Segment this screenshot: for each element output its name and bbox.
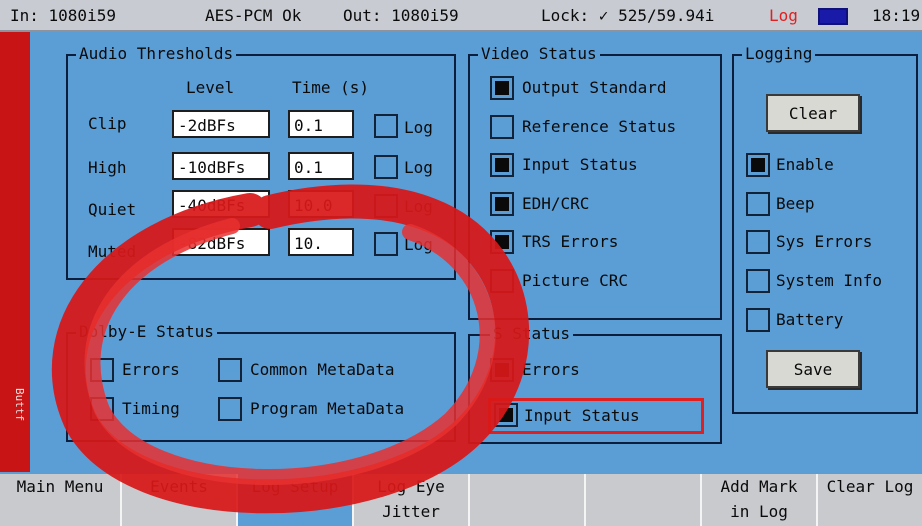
es-errors-checkbox[interactable]: [490, 358, 514, 382]
softkey-main-menu[interactable]: Main Menu: [0, 474, 122, 526]
softkey-main-menu-line1: Main Menu: [16, 477, 104, 496]
input-status-label: Input Status: [522, 155, 638, 174]
clip-level-input[interactable]: -2dBFs: [172, 110, 270, 138]
status-bar: In: 1080i59 AES-PCM Ok Out: 1080i59 Lock…: [0, 0, 922, 32]
dolby-common-metadata-checkbox[interactable]: [218, 358, 242, 382]
save-button[interactable]: Save: [766, 350, 860, 388]
time-header: Time (s): [292, 78, 370, 97]
high-time-input[interactable]: 0.1: [288, 152, 354, 180]
dolby-program-metadata-checkbox[interactable]: [218, 397, 242, 421]
softkey-log-eye-jitter[interactable]: Log Eye Jitter: [354, 474, 470, 526]
logging-enable-checkbox[interactable]: [746, 153, 770, 177]
picture-crc-checkbox[interactable]: [490, 269, 514, 293]
logging-enable-label: Enable: [776, 155, 834, 174]
picture-crc-label: Picture CRC: [522, 271, 628, 290]
muted-level-input[interactable]: -82dBFs: [172, 228, 270, 256]
side-tab-label: Buttf: [13, 388, 26, 422]
es-status-title: S Status: [490, 324, 574, 343]
battery-icon: [818, 8, 848, 25]
quiet-time-input[interactable]: 10.0: [288, 190, 354, 218]
audio-status: AES-PCM Ok: [205, 6, 302, 25]
input-status-checkbox[interactable]: [490, 153, 514, 177]
quiet-label: Quiet: [88, 200, 137, 219]
muted-time-input[interactable]: 10.: [288, 228, 354, 256]
softkey-log-setup[interactable]: Log Setup: [238, 474, 354, 526]
dolby-e-status-title: Dolby-E Status: [76, 322, 217, 341]
softkey-events[interactable]: Events: [122, 474, 238, 526]
trs-errors-checkbox[interactable]: [490, 230, 514, 254]
video-status-title: Video Status: [478, 44, 600, 63]
dolby-program-metadata-label: Program MetaData: [250, 399, 405, 418]
output-format: Out: 1080i59: [343, 6, 459, 25]
logging-beep-checkbox[interactable]: [746, 192, 770, 216]
clock: 18:19: [872, 6, 921, 25]
dolby-common-metadata-label: Common MetaData: [250, 360, 395, 379]
softkey-log-eye-jitter-line1: Log Eye: [377, 477, 445, 496]
log-indicator: Log: [769, 6, 798, 25]
logging-system-info-label: System Info: [776, 271, 882, 290]
clip-log-checkbox[interactable]: [374, 114, 398, 138]
dolby-timing-checkbox[interactable]: [90, 397, 114, 421]
output-standard-label: Output Standard: [522, 78, 667, 97]
dolby-errors-label: Errors: [122, 360, 180, 379]
quiet-log-label: Log: [404, 197, 433, 216]
dolby-e-status-group: Dolby-E Status: [66, 322, 456, 442]
high-log-checkbox[interactable]: [374, 155, 398, 179]
logging-sys-errors-label: Sys Errors: [776, 232, 873, 251]
dolby-timing-label: Timing: [122, 399, 180, 418]
softkey-log-eye-jitter-line2: Jitter: [382, 502, 440, 521]
softkey-log-setup-line1: Log Setup: [251, 477, 339, 496]
quiet-level-input[interactable]: -40dBFs: [172, 190, 270, 218]
level-header: Level: [186, 78, 235, 97]
high-level-input[interactable]: -10dBFs: [172, 152, 270, 180]
trs-errors-label: TRS Errors: [522, 232, 619, 251]
softkey-add-mark-line2: in Log: [730, 502, 788, 521]
clip-label: Clip: [88, 114, 127, 133]
logging-title: Logging: [742, 44, 816, 63]
muted-log-checkbox[interactable]: [374, 232, 398, 256]
reference-status-checkbox[interactable]: [490, 115, 514, 139]
quiet-log-checkbox[interactable]: [374, 194, 398, 218]
es-errors-label: Errors: [522, 360, 580, 379]
lock-status: Lock: ✓ 525/59.94i: [541, 6, 715, 25]
softkey-blank-2[interactable]: [586, 474, 702, 526]
edh-crc-label: EDH/CRC: [522, 194, 590, 213]
softkey-add-mark-in-log[interactable]: Add Mark in Log: [702, 474, 818, 526]
reference-status-label: Reference Status: [522, 117, 677, 136]
edh-crc-checkbox[interactable]: [490, 192, 514, 216]
softkey-add-mark-line1: Add Mark: [720, 477, 798, 496]
high-log-label: Log: [404, 158, 433, 177]
softkey-blank-1[interactable]: [470, 474, 586, 526]
muted-log-label: Log: [404, 235, 433, 254]
audio-thresholds-title: Audio Thresholds: [76, 44, 237, 63]
dolby-errors-checkbox[interactable]: [90, 358, 114, 382]
high-label: High: [88, 158, 127, 177]
logging-battery-label: Battery: [776, 310, 844, 329]
softkey-clear-log[interactable]: Clear Log: [818, 474, 922, 526]
logging-beep-label: Beep: [776, 194, 815, 213]
muted-label: Muted: [88, 242, 137, 261]
logging-system-info-checkbox[interactable]: [746, 269, 770, 293]
clip-log-label: Log: [404, 118, 433, 137]
output-standard-checkbox[interactable]: [490, 76, 514, 100]
softkey-clear-log-line1: Clear Log: [826, 477, 914, 496]
annotation-highlight-box: [488, 398, 704, 434]
clear-button[interactable]: Clear: [766, 94, 860, 132]
logging-sys-errors-checkbox[interactable]: [746, 230, 770, 254]
input-format: In: 1080i59: [10, 6, 116, 25]
logging-battery-checkbox[interactable]: [746, 308, 770, 332]
softkey-events-line1: Events: [150, 477, 208, 496]
clip-time-input[interactable]: 0.1: [288, 110, 354, 138]
